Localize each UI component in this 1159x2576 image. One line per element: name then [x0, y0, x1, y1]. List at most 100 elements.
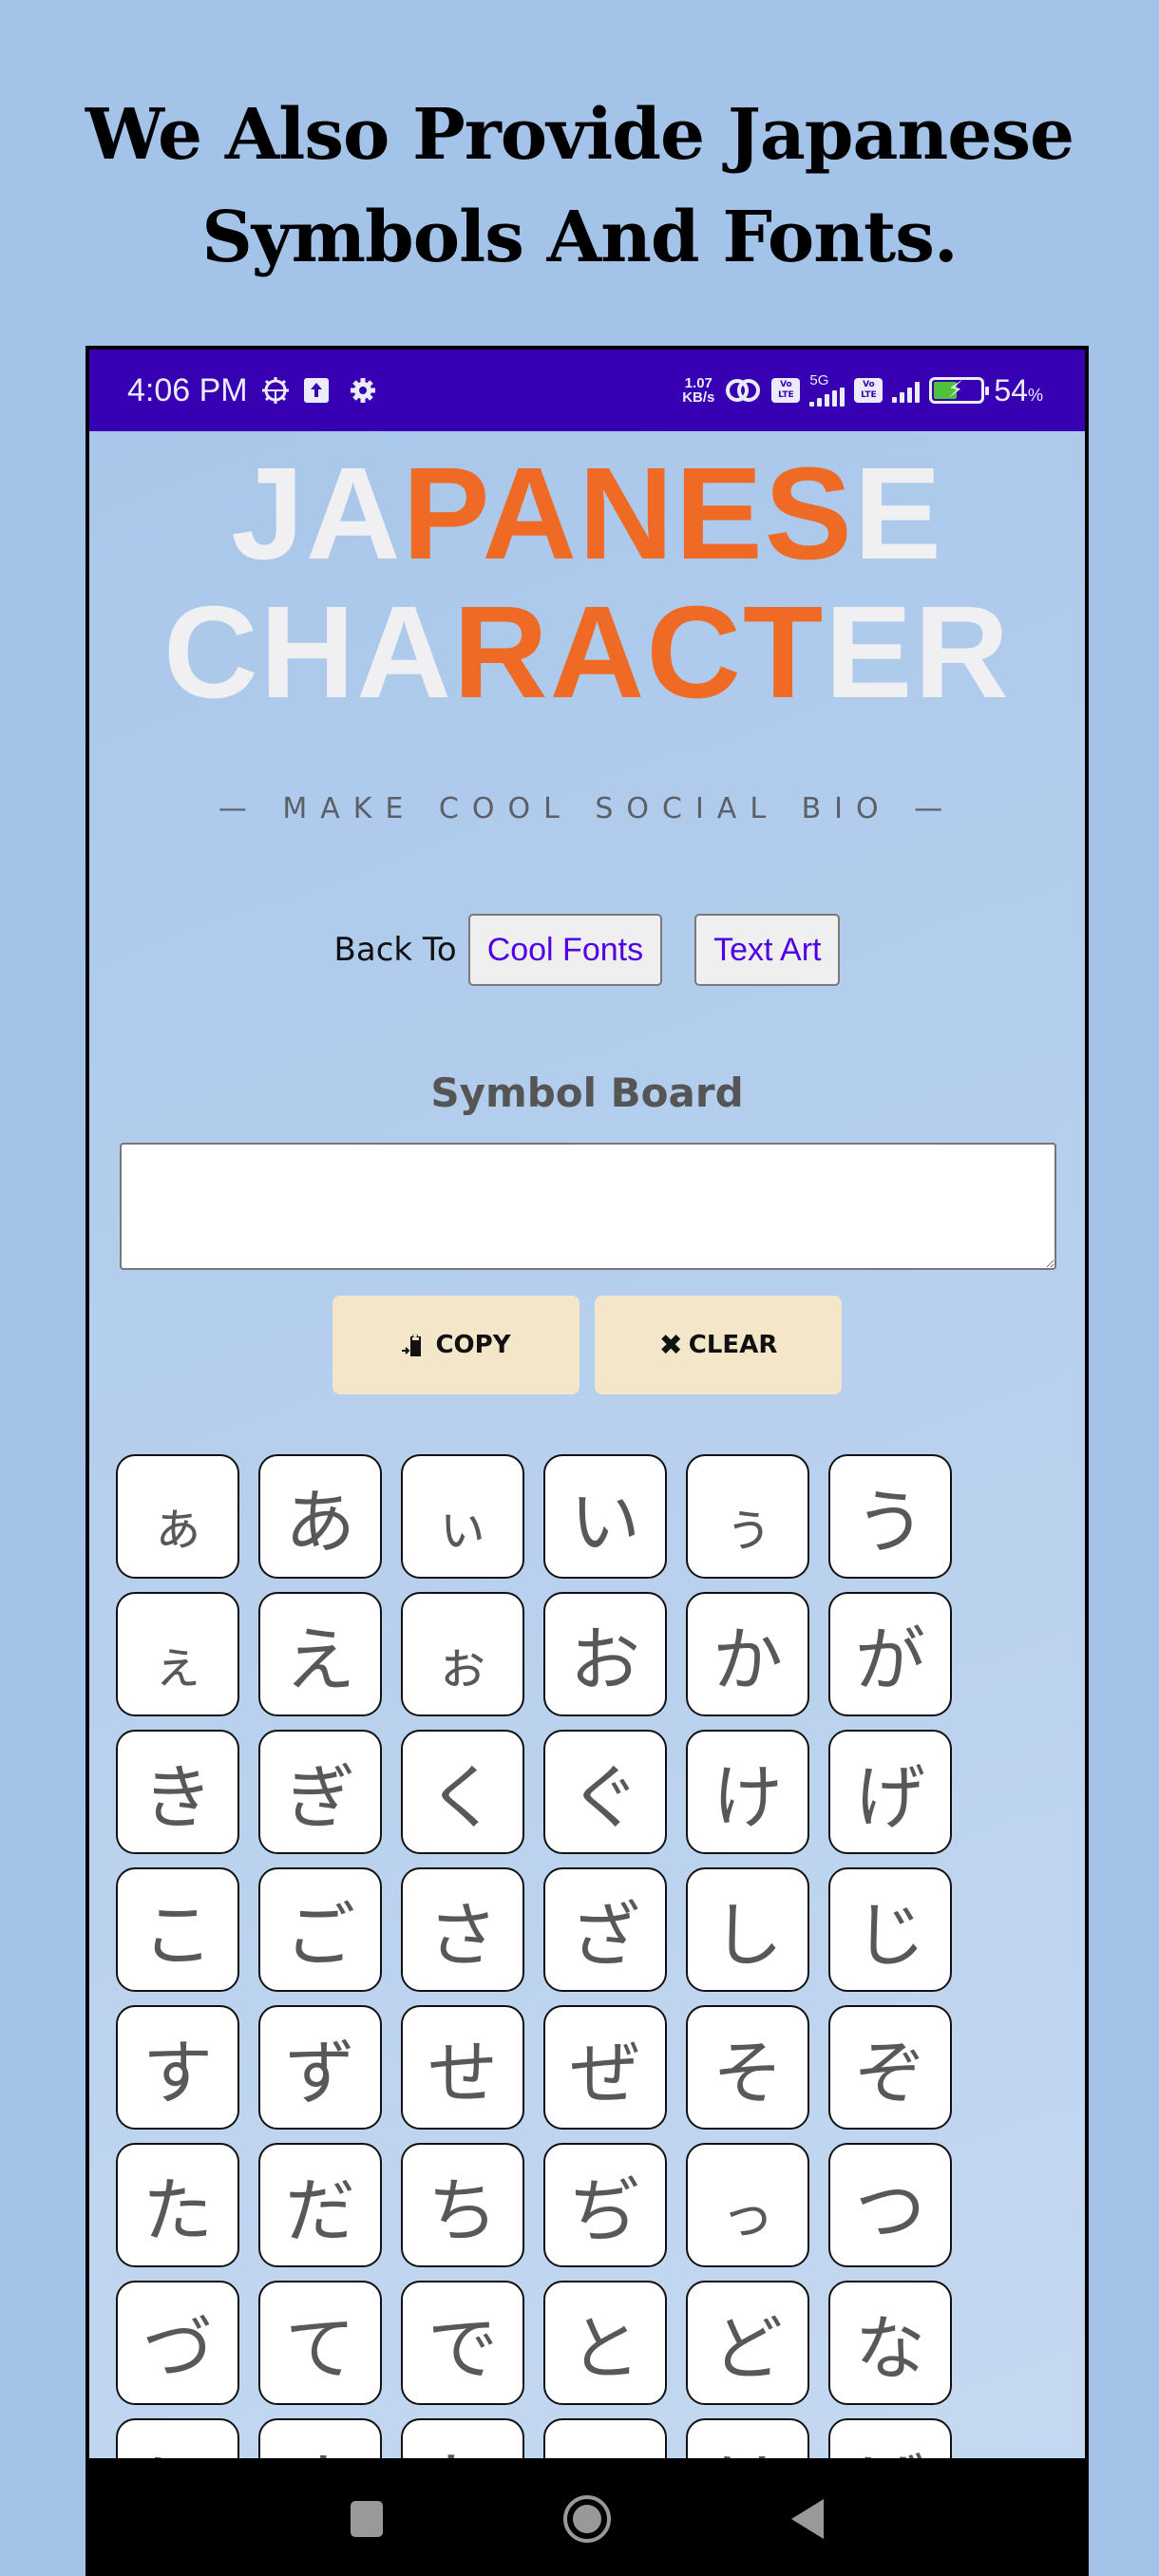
- character-tile[interactable]: い: [543, 1454, 667, 1579]
- logo-letter: T: [743, 579, 826, 726]
- logo-letter: E: [853, 441, 943, 587]
- logo-letter: P: [402, 441, 483, 587]
- volte-icon: Vo LTE: [771, 378, 801, 403]
- character-tile[interactable]: う: [828, 1454, 952, 1579]
- logo-letter: R: [914, 579, 1012, 726]
- signal-5g: 5G: [809, 372, 846, 407]
- character-tile[interactable]: ぉ: [401, 1592, 524, 1716]
- logo-letter: A: [482, 441, 580, 587]
- copy-label: COPY: [435, 1331, 511, 1359]
- tagline: — MAKE COOL SOCIAL BIO —: [218, 792, 957, 825]
- character-tile[interactable]: が: [828, 1592, 952, 1716]
- recent-apps-button[interactable]: [351, 2501, 383, 2537]
- status-left: 4:06 PM: [127, 372, 377, 409]
- logo-letter: A: [305, 441, 403, 587]
- hotspot-link-icon: [726, 379, 761, 402]
- network-speed-unit: KB/s: [682, 389, 715, 406]
- logo-letter: S: [764, 441, 854, 587]
- promo-heading-line1: We Also Provide Japanese: [85, 94, 1074, 176]
- character-tile[interactable]: て: [258, 2281, 382, 2405]
- logo-line1: JAPANESE: [89, 445, 1085, 583]
- character-tile[interactable]: と: [543, 2281, 667, 2405]
- phone-frame: 4:06 PM 1.07 KB/s Vo LTE 5G Vo LTE ⚡ 54%…: [86, 346, 1089, 2576]
- back-button[interactable]: [791, 2499, 824, 2539]
- logo-letter: H: [259, 579, 357, 726]
- character-tile[interactable]: あ: [258, 1454, 382, 1579]
- character-tile[interactable]: そ: [686, 2005, 809, 2130]
- character-tile[interactable]: さ: [401, 1867, 524, 1992]
- character-tile[interactable]: せ: [401, 2005, 524, 2130]
- back-to-row: Back To Cool Fonts Text Art: [89, 914, 1085, 986]
- logo-letter: E: [825, 579, 915, 726]
- character-tile[interactable]: ぅ: [686, 1454, 809, 1579]
- volte-icon-2: Vo LTE: [854, 378, 884, 403]
- character-tile[interactable]: ぢ: [543, 2143, 667, 2267]
- character-tile[interactable]: じ: [828, 1867, 952, 1992]
- character-tile[interactable]: ず: [258, 2005, 382, 2130]
- character-tile[interactable]: げ: [828, 1730, 952, 1854]
- promo-heading-line2: Symbols And Fonts.: [201, 197, 958, 278]
- charging-bolt-icon: ⚡: [947, 376, 964, 403]
- signal-bars-icon: [809, 388, 846, 407]
- character-tile[interactable]: ち: [401, 2143, 524, 2267]
- character-tile[interactable]: ぁ: [116, 1454, 239, 1579]
- clear-label: CLEAR: [688, 1331, 778, 1359]
- character-tile[interactable]: す: [116, 2005, 239, 2130]
- character-tile[interactable]: ぃ: [401, 1454, 524, 1579]
- character-tile[interactable]: ぎ: [258, 1730, 382, 1854]
- back-to-label: Back To: [333, 931, 457, 969]
- home-button[interactable]: [563, 2495, 611, 2543]
- character-tile[interactable]: し: [686, 1867, 809, 1992]
- logo-line2: CHARACTER: [89, 583, 1085, 722]
- symbol-board-input[interactable]: [120, 1143, 1056, 1270]
- character-tile[interactable]: ご: [258, 1867, 382, 1992]
- android-debug-icon: [261, 377, 289, 404]
- character-tile[interactable]: く: [401, 1730, 524, 1854]
- logo-letter: C: [162, 579, 260, 726]
- status-right: 1.07 KB/s Vo LTE 5G Vo LTE ⚡ 54%: [682, 373, 1043, 408]
- close-x-icon: ✖: [658, 1328, 683, 1362]
- copy-button[interactable]: COPY: [332, 1296, 580, 1394]
- logo-letter: E: [674, 441, 765, 587]
- promo-heading: We Also Provide Japanese Symbols And Fon…: [0, 84, 1159, 289]
- board-actions: COPY ✖ CLEAR: [89, 1296, 1085, 1394]
- character-tile[interactable]: き: [116, 1730, 239, 1854]
- network-speed-value: 1.07: [684, 375, 712, 391]
- cool-fonts-button[interactable]: Cool Fonts: [467, 914, 663, 986]
- logo-letter: N: [579, 441, 675, 587]
- character-tile[interactable]: ぜ: [543, 2005, 667, 2130]
- character-tile[interactable]: け: [686, 1730, 809, 1854]
- character-tile[interactable]: ざ: [543, 1867, 667, 1992]
- character-grid: ぁあぃいぅうぇえぉおかがきぎくぐけげこごさざしじすずせぜそぞただちぢっつづてでと…: [116, 1454, 952, 2543]
- battery-percent-value: 54: [994, 372, 1028, 407]
- character-tile[interactable]: づ: [116, 2281, 239, 2405]
- clear-button[interactable]: ✖ CLEAR: [595, 1296, 842, 1394]
- status-time: 4:06 PM: [127, 371, 248, 408]
- logo-letter: R: [452, 579, 550, 726]
- status-bar: 4:06 PM 1.07 KB/s Vo LTE 5G Vo LTE ⚡ 54%: [89, 350, 1085, 431]
- character-tile[interactable]: ぐ: [543, 1730, 667, 1854]
- character-tile[interactable]: こ: [116, 1867, 239, 1992]
- character-tile[interactable]: で: [401, 2281, 524, 2405]
- character-tile[interactable]: つ: [828, 2143, 952, 2267]
- logo-letter: J: [231, 441, 306, 587]
- character-tile[interactable]: な: [828, 2281, 952, 2405]
- clipboard-copy-icon: [402, 1334, 422, 1356]
- character-tile[interactable]: っ: [686, 2143, 809, 2267]
- character-tile[interactable]: お: [543, 1592, 667, 1716]
- network-type: 5G: [809, 372, 829, 388]
- logo-letter: A: [549, 579, 647, 726]
- character-tile[interactable]: だ: [258, 2143, 382, 2267]
- home-icon: [573, 2505, 601, 2533]
- logo-letter: A: [356, 579, 453, 726]
- navigation-bar: [89, 2458, 1085, 2576]
- character-tile[interactable]: ど: [686, 2281, 809, 2405]
- character-tile[interactable]: え: [258, 1592, 382, 1716]
- character-tile[interactable]: た: [116, 2143, 239, 2267]
- symbol-board-title: Symbol Board: [430, 1070, 744, 1116]
- character-tile[interactable]: か: [686, 1592, 809, 1716]
- text-art-button[interactable]: Text Art: [694, 914, 841, 986]
- network-speed: 1.07 KB/s: [682, 376, 714, 405]
- character-tile[interactable]: ぞ: [828, 2005, 952, 2130]
- character-tile[interactable]: ぇ: [116, 1592, 239, 1716]
